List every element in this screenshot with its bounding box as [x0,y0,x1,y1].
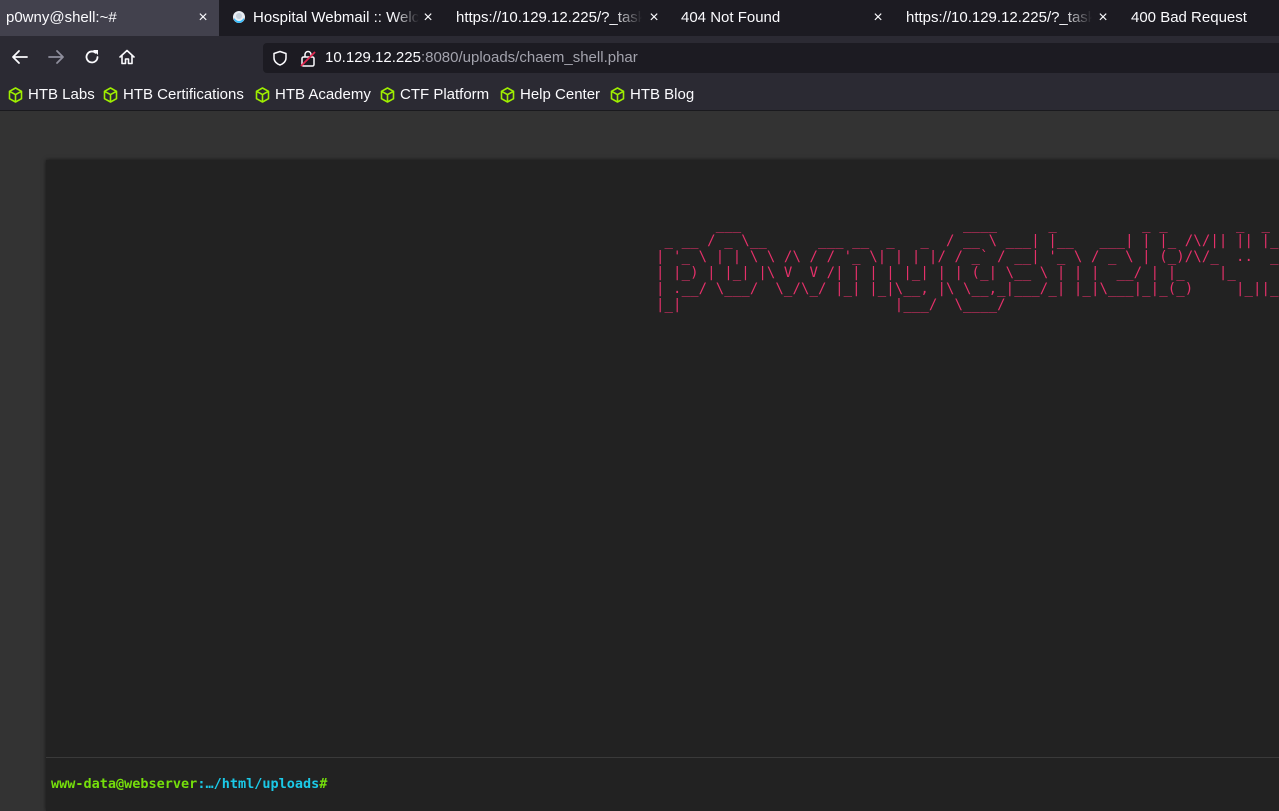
htb-cube-icon [380,86,395,103]
htb-cube-icon [255,86,270,103]
bookmark-label: HTB Blog [630,86,695,103]
prompt-cwd: :…/html/uploads [197,776,320,792]
tab-close-icon[interactable]: × [647,0,661,36]
shell-prompt: www-data@webserver:…/html/uploads# [51,776,327,792]
tab-title: https://10.129.12.225/?_task [456,9,642,26]
arrow-right-icon [48,50,64,64]
reload-icon [85,50,99,64]
bookmark-label: CTF Platform [400,86,490,103]
prompt-symbol: # [319,776,328,792]
bookmark-label: HTB Academy [275,86,371,103]
tracking-protection-shield-icon[interactable] [272,50,288,66]
tab-roundcube-task-1[interactable]: https://10.129.12.225/?_task × [442,0,667,36]
tab-close-icon[interactable]: × [196,0,210,36]
tab-close-icon[interactable]: × [1096,0,1110,36]
home-button[interactable] [114,44,140,70]
reload-button[interactable] [79,44,105,70]
tab-404-not-found[interactable]: 404 Not Found × [667,0,892,36]
tab-title: https://10.129.12.225/?_task [906,9,1092,26]
bookmark-htb-certifications[interactable]: HTB Certifications [103,78,244,111]
htb-cube-icon [500,86,515,103]
bookmarks-toolbar: HTB Labs HTB Certifications HTB Academy … [0,78,1279,111]
url-text[interactable]: 10.129.12.225:8080/uploads/chaem_shell.p… [325,43,638,73]
shell-command-input[interactable] [331,772,1235,796]
tab-title: 404 Not Found [681,9,781,26]
url-bar[interactable]: 10.129.12.225:8080/uploads/chaem_shell.p… [263,43,1279,73]
bookmark-label: HTB Labs [28,86,95,103]
tab-400-bad-request[interactable]: 400 Bad Request [1117,0,1279,36]
tab-roundcube-task-2[interactable]: https://10.129.12.225/?_task × [892,0,1117,36]
url-path: :8080/uploads/chaem_shell.phar [420,49,638,66]
bookmark-help-center[interactable]: Help Center [500,78,600,111]
tab-strip: p0wny@shell:~# × Hospital Webmail :: Wel… [0,0,1279,36]
bookmark-htb-labs[interactable]: HTB Labs [8,78,95,111]
bookmark-label: Help Center [520,86,601,103]
htb-cube-icon [103,86,118,103]
insecure-lock-icon[interactable] [300,49,316,67]
p0wny-shell-ascii-banner: ___ ____ _ _ _ _ _ _ __ / _ \__ ___ __ _… [656,217,1279,313]
arrow-left-icon [12,50,28,64]
prompt-user-host: www-data@webserver [51,776,198,792]
forward-button[interactable] [43,44,69,70]
navigation-toolbar: 10.129.12.225:8080/uploads/chaem_shell.p… [0,36,1279,78]
tab-p0wny-shell[interactable]: p0wny@shell:~# × [0,0,219,36]
htb-cube-icon [8,86,23,103]
bookmark-htb-blog[interactable]: HTB Blog [610,78,694,111]
tab-title: p0wny@shell:~# [6,9,117,26]
htb-cube-icon [610,86,625,103]
tab-close-icon[interactable]: × [871,0,885,36]
url-host: 10.129.12.225 [325,49,421,66]
shell-window: ___ ____ _ _ _ _ _ _ __ / _ \__ ___ __ _… [46,160,1279,811]
bookmark-ctf-platform[interactable]: CTF Platform [380,78,489,111]
shell-command-line: www-data@webserver:…/html/uploads# [46,757,1279,811]
tab-title: Hospital Webmail :: Welc [253,9,419,26]
home-icon [119,49,135,65]
tab-title: 400 Bad Request [1131,9,1247,26]
roundcube-favicon-icon [233,11,245,23]
page-content: ___ ____ _ _ _ _ _ _ __ / _ \__ ___ __ _… [0,111,1279,811]
bookmark-htb-academy[interactable]: HTB Academy [255,78,371,111]
tab-close-icon[interactable]: × [421,0,435,36]
bookmark-label: HTB Certifications [123,86,244,103]
back-button[interactable] [7,44,33,70]
tab-hospital-webmail[interactable]: Hospital Webmail :: Welc × [219,0,442,36]
